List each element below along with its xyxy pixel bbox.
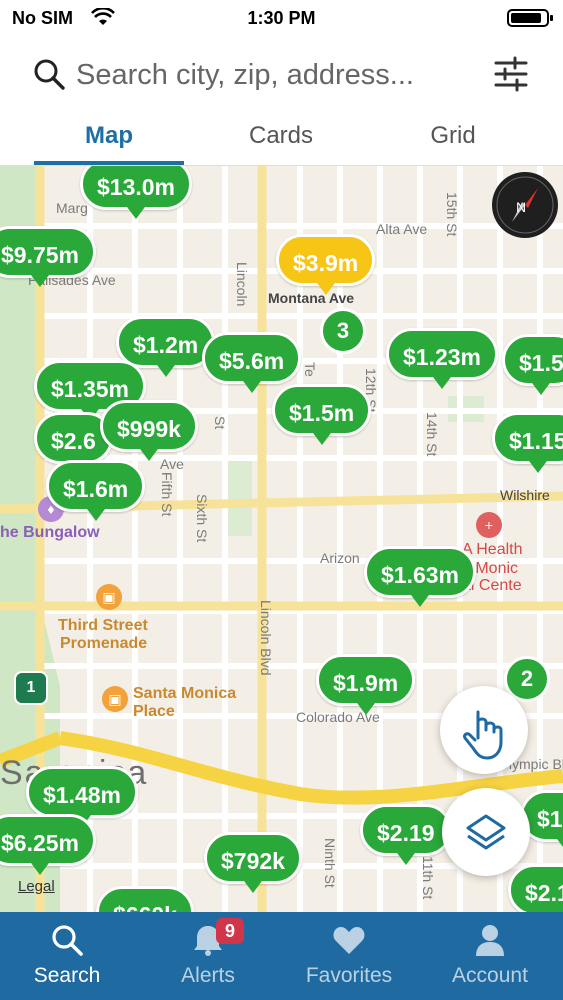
- tab-map[interactable]: Map: [34, 122, 184, 150]
- tab-alerts[interactable]: 9 Alerts: [138, 912, 278, 1000]
- tab-favorites-label: Favorites: [305, 964, 393, 987]
- price-pin[interactable]: $1.23m: [386, 328, 499, 389]
- price-pin[interactable]: $792k: [204, 832, 302, 893]
- price-pin[interactable]: $1.6m: [46, 460, 146, 521]
- tab-grid[interactable]: Grid: [378, 122, 528, 150]
- active-tab-indicator: [34, 161, 184, 165]
- map-view[interactable]: Marg Alta Ave Palisades Ave Montana Ave …: [0, 166, 563, 912]
- tab-search[interactable]: Search: [0, 912, 137, 1000]
- search-icon: [32, 57, 66, 96]
- alerts-badge: 9: [216, 918, 244, 944]
- price-pin[interactable]: $1.2m: [116, 316, 216, 377]
- price-pin[interactable]: $13.0m: [80, 166, 193, 219]
- street-label-fifteenth: 15th St: [444, 192, 460, 237]
- legal-link[interactable]: Legal: [18, 878, 55, 895]
- street-label-margarita: Marg: [56, 200, 88, 216]
- svg-text:N: N: [516, 199, 526, 215]
- poi-promenade-line1: Third Street: [58, 617, 148, 634]
- poi-promenade-line2: Promenade: [60, 635, 148, 652]
- tab-account-label: Account: [452, 964, 528, 987]
- street-label-fourteenth: 14th St: [424, 412, 440, 457]
- price-pin[interactable]: $6.25m: [0, 814, 97, 875]
- map-layers-button[interactable]: [442, 788, 530, 876]
- hand-pointer-icon: [463, 710, 503, 760]
- tab-account[interactable]: Account: [420, 912, 560, 1000]
- compass-icon[interactable]: N: [492, 172, 558, 238]
- draw-on-map-button[interactable]: [440, 686, 528, 774]
- price-pin[interactable]: $1.63m: [364, 546, 477, 607]
- highway-shield-icon: 1: [14, 671, 48, 705]
- shopping-poi-icon: ▣: [96, 584, 122, 610]
- price-pin[interactable]: $9.75m: [0, 226, 97, 287]
- street-label-montana: Montana Ave: [268, 290, 355, 306]
- mall-poi-icon: ▣: [102, 686, 128, 712]
- battery-icon: [507, 9, 553, 27]
- street-label-sixth: Sixth St: [194, 494, 210, 543]
- street-label-wilshire: Wilshire: [500, 487, 550, 503]
- poi-bungalow: he Bungalow: [0, 524, 100, 541]
- price-pin[interactable]: $1.15: [492, 412, 563, 473]
- street-label-st-fragment: St: [212, 416, 228, 430]
- street-label-alta: Alta Ave: [376, 221, 428, 237]
- street-label-tenth: Te: [302, 362, 318, 377]
- clock: 1:30 PM: [247, 8, 316, 28]
- view-tabs: Map Cards Grid: [0, 112, 563, 166]
- price-pin[interactable]: $5.6m: [202, 332, 302, 393]
- street-label-lincoln-blvd: Lincoln Blvd: [258, 600, 274, 676]
- price-pin[interactable]: $1.9m: [316, 654, 416, 715]
- tab-search-label: Search: [33, 964, 101, 987]
- tab-favorites[interactable]: Favorites: [279, 912, 419, 1000]
- cluster-marker[interactable]: 3: [320, 308, 366, 354]
- street-label-fifth: Fifth St: [159, 472, 175, 517]
- price-pin[interactable]: $1.5m: [272, 384, 372, 445]
- layers-icon: [466, 814, 506, 850]
- poi-place-line2: Place: [133, 703, 175, 720]
- search-bar: [0, 44, 563, 108]
- price-pin[interactable]: $1.5: [502, 334, 563, 395]
- search-icon: [49, 922, 85, 958]
- tab-alerts-label: Alerts: [181, 964, 235, 987]
- street-label-lincoln: Lincoln: [234, 262, 250, 307]
- hospital-icon: +: [476, 512, 502, 538]
- price-pin[interactable]: $999k: [100, 400, 198, 461]
- status-bar: No SIM 1:30 PM: [0, 0, 563, 36]
- street-label-ninth: Ninth St: [322, 838, 338, 888]
- price-pin[interactable]: $660k: [96, 886, 194, 912]
- tab-cards[interactable]: Cards: [206, 122, 356, 150]
- search-input[interactable]: [76, 54, 476, 96]
- street-label-eleventh: 11th St: [420, 856, 436, 900]
- price-pin[interactable]: $2.19: [360, 804, 452, 865]
- heart-icon: [331, 922, 367, 958]
- poi-place-line1: Santa Monica: [133, 685, 237, 702]
- street-label-ave-fragment: Ave: [160, 456, 184, 472]
- street-label-arizona: Arizon: [320, 550, 360, 566]
- bottom-tab-bar: Search 9 Alerts Favorites Account: [0, 912, 563, 1000]
- price-pin[interactable]: $1.48m: [26, 766, 139, 827]
- price-pin-highlighted[interactable]: $3.9m: [276, 234, 376, 295]
- filter-sliders-icon[interactable]: [493, 56, 529, 97]
- person-icon: [472, 922, 508, 958]
